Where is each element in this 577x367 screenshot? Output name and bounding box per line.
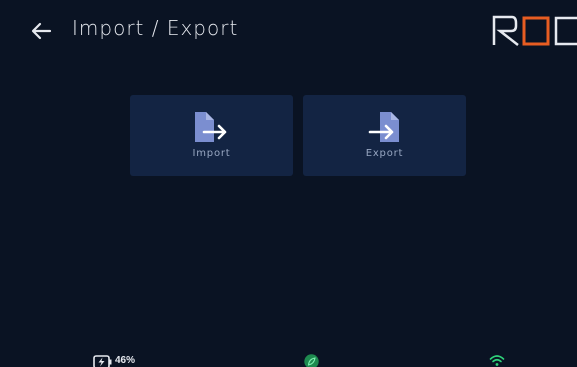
roc-logo <box>492 15 577 46</box>
leaf-icon <box>304 354 319 367</box>
export-button[interactable]: Export <box>303 95 466 176</box>
status-bar: 46% <box>0 350 577 367</box>
file-import-icon <box>195 112 227 142</box>
back-arrow-icon[interactable] <box>30 20 52 42</box>
wifi-icon <box>489 355 505 366</box>
import-label: Import <box>192 148 231 159</box>
battery-percentage: 46% <box>115 355 136 366</box>
import-export-screen: Import / Export Import Export 46% <box>0 0 577 367</box>
header: Import / Export <box>0 0 577 60</box>
file-export-icon <box>368 112 399 142</box>
page-title: Import / Export <box>72 16 239 40</box>
export-label: Export <box>365 148 404 159</box>
battery-charging-icon <box>93 355 112 367</box>
import-button[interactable]: Import <box>130 95 293 176</box>
